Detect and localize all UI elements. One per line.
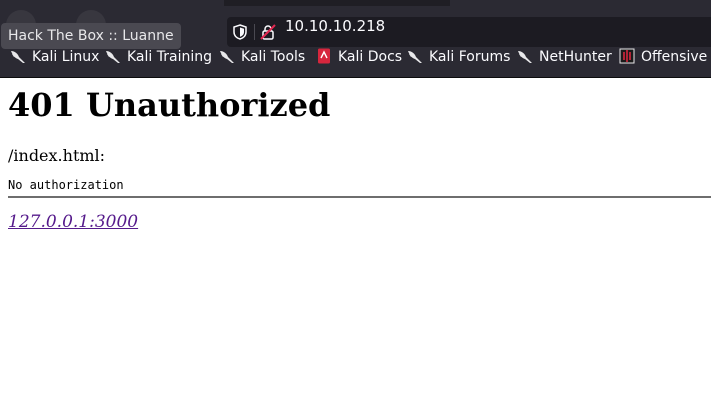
- offsec-icon: [619, 48, 635, 64]
- bookmark-kali-training[interactable]: Kali Training: [105, 48, 212, 77]
- bookmarks-toolbar: Kali Linux Kali Training Kali Tools Kali…: [0, 48, 711, 78]
- bookmark-kali-forums[interactable]: Kali Forums: [407, 48, 510, 77]
- bookmark-kali-tools[interactable]: Kali Tools: [219, 48, 305, 77]
- url-text[interactable]: 10.10.10.218: [285, 17, 385, 47]
- kali-dragon-icon: [408, 51, 422, 63]
- bookmark-label: Offensive S: [641, 49, 711, 65]
- bookmark-label: NetHunter: [539, 49, 612, 65]
- bookmark-kali-linux[interactable]: Kali Linux: [10, 48, 99, 77]
- kali-dragon-icon: [518, 51, 532, 63]
- tracking-protection-shield-icon[interactable]: [233, 24, 247, 40]
- bookmark-nethunter[interactable]: NetHunter: [517, 48, 612, 77]
- request-path: /index.html:: [8, 146, 106, 165]
- kali-dragon-icon: [11, 51, 25, 63]
- bookmark-label: Kali Training: [127, 49, 212, 65]
- url-bar[interactable]: 10.10.10.218: [227, 17, 711, 47]
- kali-docs-icon: [318, 48, 330, 64]
- bookmark-offensive-security[interactable]: Offensive S: [619, 48, 711, 77]
- error-message: No authorization: [8, 178, 124, 192]
- divider: [8, 196, 711, 198]
- bookmark-label: Kali Linux: [32, 49, 100, 65]
- bookmark-kali-docs[interactable]: Kali Docs: [316, 48, 402, 77]
- bookmark-label: Kali Forums: [429, 49, 511, 65]
- bookmark-label: Kali Docs: [338, 49, 403, 65]
- kali-dragon-icon: [106, 51, 120, 63]
- navigation-toolbar: Hack The Box :: Luanne 10.10.10.218: [0, 6, 711, 49]
- page-heading: 401 Unauthorized: [8, 86, 331, 124]
- server-address-link[interactable]: 127.0.0.1:3000: [8, 212, 138, 232]
- insecure-lock-icon[interactable]: [260, 24, 276, 40]
- kali-dragon-icon: [220, 51, 234, 63]
- tab-title-tooltip: Hack The Box :: Luanne: [1, 23, 181, 49]
- url-bar-separator: [254, 24, 255, 40]
- bookmark-label: Kali Tools: [241, 49, 306, 65]
